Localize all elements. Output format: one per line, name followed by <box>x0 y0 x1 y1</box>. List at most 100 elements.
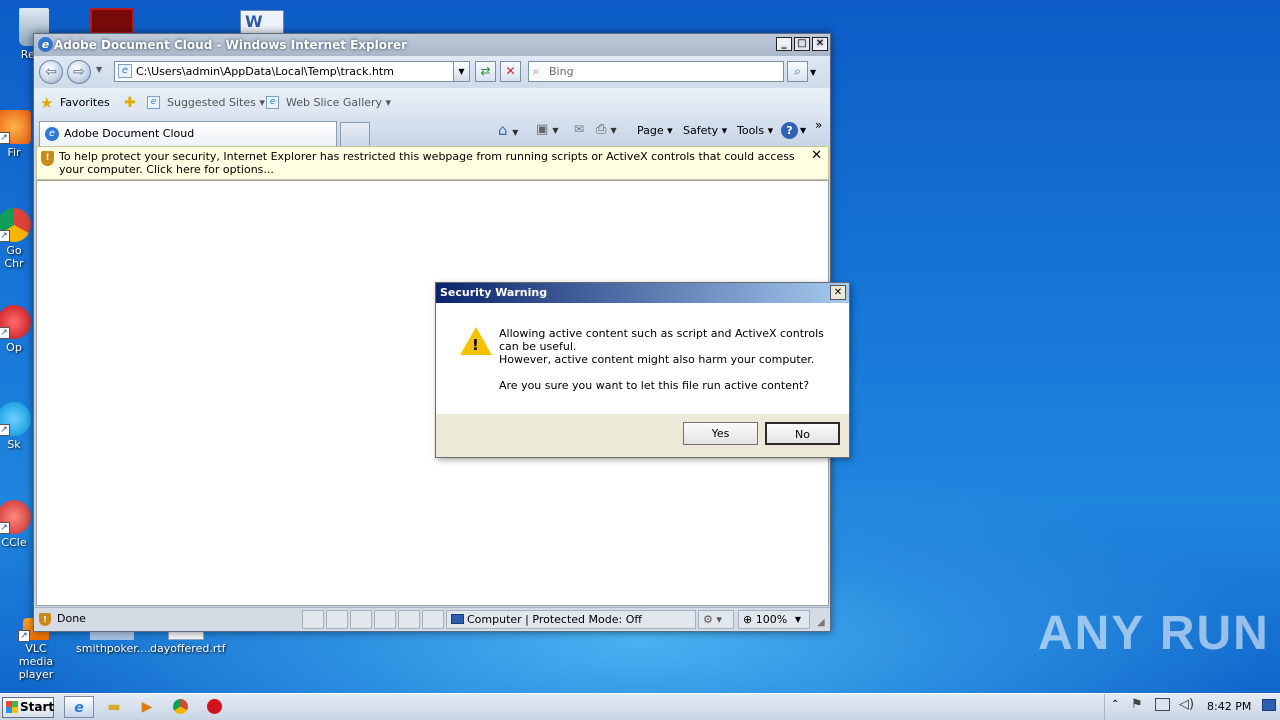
home-icon[interactable]: ⌂ ▼ <box>498 121 518 139</box>
safety-menu-label: Safety <box>683 124 719 137</box>
zone-text: Computer | Protected Mode: Off <box>467 613 642 626</box>
page-menu[interactable]: Page ▾ <box>637 124 673 137</box>
page-icon: e <box>118 64 132 78</box>
desktop-icon-label: dayoffered.rtf <box>150 642 226 655</box>
infobar-close-icon[interactable]: ✕ <box>811 149 822 162</box>
maximize-button[interactable]: □ <box>794 37 810 51</box>
safety-menu[interactable]: Safety ▾ <box>683 124 727 137</box>
desktop-icon-label: smithpoker.... <box>76 642 151 655</box>
favorites-button[interactable]: Favorites <box>60 88 110 118</box>
status-pane <box>326 610 348 629</box>
suggested-sites-label: Suggested Sites <box>167 96 256 109</box>
feeds-icon[interactable]: ▣ ▼ <box>536 122 559 137</box>
taskbar-explorer-icon[interactable]: ▬ <box>102 696 126 718</box>
zone-pane[interactable]: Computer | Protected Mode: Off <box>446 610 696 629</box>
read-mail-icon[interactable]: ✉ <box>574 122 584 136</box>
status-pane <box>374 610 396 629</box>
dialog-title: Security Warning <box>440 286 548 299</box>
shortcut-arrow-icon: ↗ <box>18 630 30 642</box>
dialog-title-bar[interactable]: Security Warning ✕ <box>436 283 849 303</box>
dialog-line-1: Allowing active content such as script a… <box>499 327 824 353</box>
dialog-message: Allowing active content such as script a… <box>499 327 829 392</box>
yes-button[interactable]: Yes <box>683 422 758 445</box>
tab-bar: e Adobe Document Cloud ⌂ ▼ ▣ ▼ ✉ ⎙ ▼ Pag… <box>34 118 830 146</box>
shortcut-arrow-icon: ↗ <box>0 230 10 242</box>
dialog-close-button[interactable]: ✕ <box>830 285 846 300</box>
help-icon[interactable]: ? <box>781 122 798 139</box>
adobe-acrobat-icon[interactable] <box>90 8 134 34</box>
search-input[interactable]: ⌕ Bing <box>528 61 784 82</box>
address-toolbar: ⇦ ⇨ ▼ e C:\Users\admin\AppData\Local\Tem… <box>34 56 830 88</box>
status-pane <box>350 610 372 629</box>
clock[interactable]: 8:42 PM <box>1207 700 1251 713</box>
shortcut-arrow-icon: ↗ <box>0 327 10 339</box>
stop-button[interactable]: ✕ <box>500 61 521 82</box>
back-button[interactable]: ⇦ <box>39 60 63 84</box>
zoom-button[interactable]: ⊕ 100% ▼ <box>738 610 810 629</box>
search-button[interactable]: ⌕ <box>787 61 808 82</box>
print-icon[interactable]: ⎙ ▼ <box>596 122 617 137</box>
anyrun-watermark: ANY RUN <box>1038 607 1270 660</box>
security-warning-dialog[interactable]: Security Warning ✕ ! Allowing active con… <box>435 282 850 458</box>
warning-icon-mark: ! <box>472 336 479 354</box>
zoom-level: 100% <box>755 613 788 626</box>
status-bar: ! Done Computer | Protected Mode: Off ⚙ … <box>34 607 830 631</box>
zoom-icon: ⊕ <box>743 613 753 626</box>
desktop-icon-label: VLC media player <box>18 642 54 681</box>
minimize-button[interactable]: _ <box>776 37 792 51</box>
security-information-bar[interactable]: ! To help protect your security, Interne… <box>36 146 829 180</box>
help-dropdown-icon[interactable]: ▼ <box>800 126 806 135</box>
status-pane <box>302 610 324 629</box>
dialog-body: ! Allowing active content such as script… <box>436 303 849 414</box>
show-desktop-button[interactable] <box>1262 699 1276 711</box>
taskbar-opera-icon[interactable] <box>202 696 226 718</box>
windows-logo-icon <box>6 701 18 713</box>
status-text: Done <box>57 612 86 625</box>
action-center-flag-icon[interactable]: ⚑ <box>1131 697 1143 712</box>
close-button[interactable]: ✕ <box>812 37 828 51</box>
compatibility-refresh-button[interactable]: ⇄ <box>475 61 496 82</box>
taskbar-chrome-icon[interactable] <box>168 696 192 718</box>
start-button[interactable]: Start <box>2 697 54 718</box>
taskbar: Start e ▬ ▶ ⌃ ⚑ ◁) 8:42 PM <box>0 693 1280 720</box>
zoom-dropdown-icon: ▼ <box>794 615 801 624</box>
history-dropdown-icon[interactable]: ▼ <box>96 65 102 74</box>
volume-icon[interactable]: ◁) <box>1179 697 1194 712</box>
shield-warning-icon: ! <box>41 151 54 166</box>
no-button[interactable]: No <box>765 422 840 445</box>
taskbar-media-player-icon[interactable]: ▶ <box>135 696 159 718</box>
tab-title: Adobe Document Cloud <box>64 127 195 140</box>
address-dropdown-icon[interactable]: ▼ <box>453 62 469 81</box>
tools-menu-label: Tools <box>737 124 765 137</box>
forward-button[interactable]: ⇨ <box>67 60 91 84</box>
search-options-icon[interactable]: ▼ <box>810 68 816 77</box>
word-document-icon[interactable]: W <box>240 10 284 34</box>
page-menu-label: Page <box>637 124 664 137</box>
address-bar[interactable]: e C:\Users\admin\AppData\Local\Temp\trac… <box>114 61 470 82</box>
tools-menu[interactable]: Tools ▾ <box>737 124 773 137</box>
add-favorite-icon[interactable]: ✚ <box>124 88 136 118</box>
suggested-sites-icon: e <box>147 96 160 109</box>
address-text: C:\Users\admin\AppData\Local\Temp\track.… <box>136 65 394 78</box>
web-slice-gallery-label: Web Slice Gallery <box>286 96 383 109</box>
network-icon[interactable] <box>1155 698 1170 711</box>
new-tab-button[interactable] <box>340 122 370 146</box>
taskbar-ie-button[interactable]: e <box>64 696 94 718</box>
window-title-bar[interactable]: e Adobe Document Cloud - Windows Interne… <box>34 34 830 56</box>
infobar-text: To help protect your security, Internet … <box>59 150 795 176</box>
status-shield-icon: ! <box>39 613 51 626</box>
web-slice-icon: e <box>266 96 279 109</box>
show-hidden-icons[interactable]: ⌃ <box>1111 699 1119 710</box>
tab-adobe-document-cloud[interactable]: e Adobe Document Cloud <box>39 121 337 146</box>
status-pane <box>398 610 420 629</box>
web-slice-gallery-link[interactable]: Web Slice Gallery ▾ <box>286 88 391 118</box>
protected-mode-button[interactable]: ⚙ ▾ <box>698 610 734 629</box>
overflow-chevron-icon[interactable]: » <box>815 118 822 132</box>
computer-icon <box>451 614 464 624</box>
favorites-star-icon: ★ <box>40 94 54 112</box>
ie-logo-icon: e <box>38 37 53 52</box>
resize-grip-icon[interactable]: ◢ <box>817 612 825 634</box>
favorites-bar: ★ Favorites ✚ e Suggested Sites ▾ e Web … <box>34 88 830 118</box>
start-label: Start <box>20 700 55 714</box>
suggested-sites-link[interactable]: Suggested Sites ▾ <box>167 88 265 118</box>
